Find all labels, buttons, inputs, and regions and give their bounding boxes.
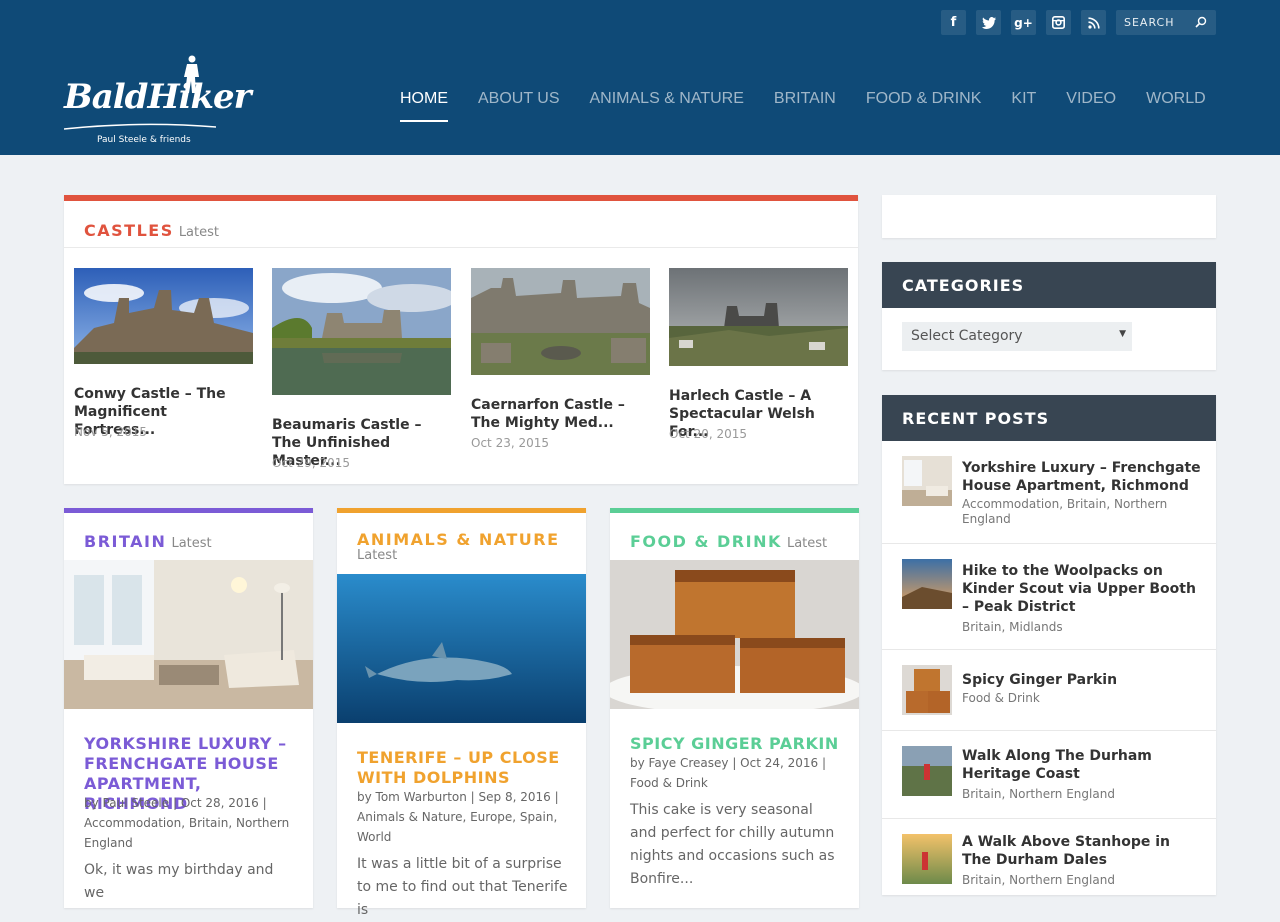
castle-post-date: Oct 20, 2015 xyxy=(669,427,747,441)
recent-post-thumbnail[interactable] xyxy=(902,834,952,884)
nav-food-drink[interactable]: FOOD & DRINK xyxy=(866,90,982,122)
castle-thumbnail[interactable] xyxy=(272,268,451,395)
recent-post-item[interactable]: Yorkshire Luxury – Frenchgate House Apar… xyxy=(882,441,1216,544)
recent-posts-heading: RECENT POSTS xyxy=(882,395,1216,441)
britain-heading[interactable]: BRITAIN xyxy=(84,532,166,551)
categories-widget: CATEGORIES Select Category ▼ xyxy=(882,262,1216,370)
britain-latest-label: Latest xyxy=(171,536,212,551)
food-section: FOOD & DRINK Latest SPICY GINGER PARKIN … xyxy=(610,508,859,908)
food-header: FOOD & DRINK Latest xyxy=(630,532,827,551)
nav-animals-nature[interactable]: ANIMALS & NATURE xyxy=(590,90,744,122)
recent-post-categories[interactable]: Britain, Midlands xyxy=(962,620,1202,635)
animals-latest-label: Latest xyxy=(357,548,398,563)
nav-kit[interactable]: KIT xyxy=(1011,90,1036,122)
category-select[interactable]: Select Category ▼ xyxy=(902,322,1132,351)
recent-posts-widget: RECENT POSTS Yorkshire Luxury – Frenchga… xyxy=(882,395,1216,895)
chevron-down-icon: ▼ xyxy=(1119,329,1126,339)
logo-tagline: Paul Steele & friends xyxy=(97,135,191,145)
animals-post-title[interactable]: TENERIFE – UP CLOSE WITH DOLPHINS xyxy=(357,748,569,788)
castle-post-title[interactable]: Caernarfon Castle – The Mighty Med... xyxy=(471,396,650,432)
castle-thumbnail[interactable] xyxy=(669,268,848,366)
main-nav: HOME ABOUT US ANIMALS & NATURE BRITAIN F… xyxy=(400,90,1206,122)
site-logo[interactable]: BaldHiker Paul Steele & friends xyxy=(64,55,252,147)
castle-post-date: Oct 29, 2015 xyxy=(272,456,350,470)
recent-post-categories[interactable]: Food & Drink xyxy=(962,691,1202,706)
food-post-thumbnail[interactable] xyxy=(610,560,859,709)
britain-post-thumbnail[interactable] xyxy=(64,560,313,709)
recent-post-categories[interactable]: Accommodation, Britain, Northern England xyxy=(962,497,1202,527)
food-post-meta: by Faye Creasey | Oct 24, 2016 | Food & … xyxy=(630,756,827,790)
food-latest-label: Latest xyxy=(786,536,828,551)
rss-icon[interactable] xyxy=(1081,10,1106,35)
recent-post-title[interactable]: Walk Along The Durham Heritage Coast xyxy=(962,747,1202,783)
recent-post-item[interactable]: Hike to the Woolpacks on Kinder Scout vi… xyxy=(882,544,1216,650)
recent-post-categories[interactable]: Britain, Northern England xyxy=(962,787,1202,802)
recent-post-thumbnail[interactable] xyxy=(902,559,952,609)
categories-heading: CATEGORIES xyxy=(882,262,1216,308)
castles-latest-label: Latest xyxy=(178,225,219,240)
recent-post-thumbnail[interactable] xyxy=(902,456,952,506)
castle-post-date: Nov 5, 2015 xyxy=(74,425,148,439)
social-links: f g+ xyxy=(941,10,1106,35)
recent-post-title[interactable]: Yorkshire Luxury – Frenchgate House Apar… xyxy=(962,459,1202,495)
twitter-icon[interactable] xyxy=(976,10,1001,35)
nav-britain[interactable]: BRITAIN xyxy=(774,90,836,122)
site-header: f g+ BaldHiker Paul Steele & friends HOM… xyxy=(0,0,1280,155)
nav-home[interactable]: HOME xyxy=(400,90,448,122)
instagram-icon[interactable] xyxy=(1046,10,1071,35)
recent-post-title[interactable]: A Walk Above Stanhope in The Durham Dale… xyxy=(962,833,1202,869)
search-input[interactable] xyxy=(1124,14,1194,31)
animals-section: ANIMALS & NATURE Latest TENERIFE – UP CL… xyxy=(337,508,586,918)
castles-header: CASTLES Latest xyxy=(64,201,858,248)
nav-video[interactable]: VIDEO xyxy=(1066,90,1116,122)
recent-post-thumbnail[interactable] xyxy=(902,746,952,796)
britain-post-excerpt: Ok, it was my birthday and we xyxy=(84,862,274,901)
search-icon[interactable] xyxy=(1195,16,1207,28)
castle-thumbnail[interactable] xyxy=(471,268,650,375)
britain-header: BRITAIN Latest xyxy=(84,532,212,551)
search-box xyxy=(1116,10,1216,35)
animals-header: ANIMALS & NATURE Latest xyxy=(357,532,567,564)
recent-post-thumbnail[interactable] xyxy=(902,665,952,715)
britain-post-meta: by Paul Steele | Oct 28, 2016 | Accommod… xyxy=(84,796,290,850)
recent-post-item[interactable]: Walk Along The Durham Heritage Coast Bri… xyxy=(882,731,1216,819)
animals-heading[interactable]: ANIMALS & NATURE xyxy=(357,530,560,549)
animals-post-meta: by Tom Warburton | Sep 8, 2016 | Animals… xyxy=(357,790,559,844)
nav-about-us[interactable]: ABOUT US xyxy=(478,90,560,122)
animals-post-thumbnail[interactable] xyxy=(337,574,586,723)
britain-section: BRITAIN Latest YORKSHIRE LUXURY – FRENCH… xyxy=(64,508,313,908)
recent-post-title[interactable]: Hike to the Woolpacks on Kinder Scout vi… xyxy=(962,562,1202,616)
logo-swoosh xyxy=(64,123,216,130)
recent-post-item[interactable]: Spicy Ginger Parkin Food & Drink xyxy=(882,650,1216,731)
food-post-title[interactable]: SPICY GINGER PARKIN xyxy=(630,734,842,754)
logo-wordmark: BaldHiker xyxy=(64,77,252,117)
animals-post-excerpt: It was a little bit of a surprise to me … xyxy=(357,856,568,918)
google-plus-icon[interactable]: g+ xyxy=(1011,10,1036,35)
recent-post-categories[interactable]: Britain, Northern England xyxy=(962,873,1202,888)
castle-thumbnail[interactable] xyxy=(74,268,253,364)
sidebar-empty-widget xyxy=(882,195,1216,238)
recent-post-title[interactable]: Spicy Ginger Parkin xyxy=(962,671,1202,689)
food-post-excerpt: This cake is very seasonal and perfect f… xyxy=(630,802,835,887)
nav-world[interactable]: WORLD xyxy=(1146,90,1206,122)
food-heading[interactable]: FOOD & DRINK xyxy=(630,532,782,551)
facebook-icon[interactable]: f xyxy=(941,10,966,35)
castles-section: CASTLES Latest Conwy Castle – The Magnif… xyxy=(64,195,858,484)
recent-post-item[interactable]: A Walk Above Stanhope in The Durham Dale… xyxy=(882,819,1216,909)
castles-heading[interactable]: CASTLES xyxy=(84,221,174,240)
category-select-value: Select Category xyxy=(911,328,1023,344)
castle-post-date: Oct 23, 2015 xyxy=(471,436,549,450)
